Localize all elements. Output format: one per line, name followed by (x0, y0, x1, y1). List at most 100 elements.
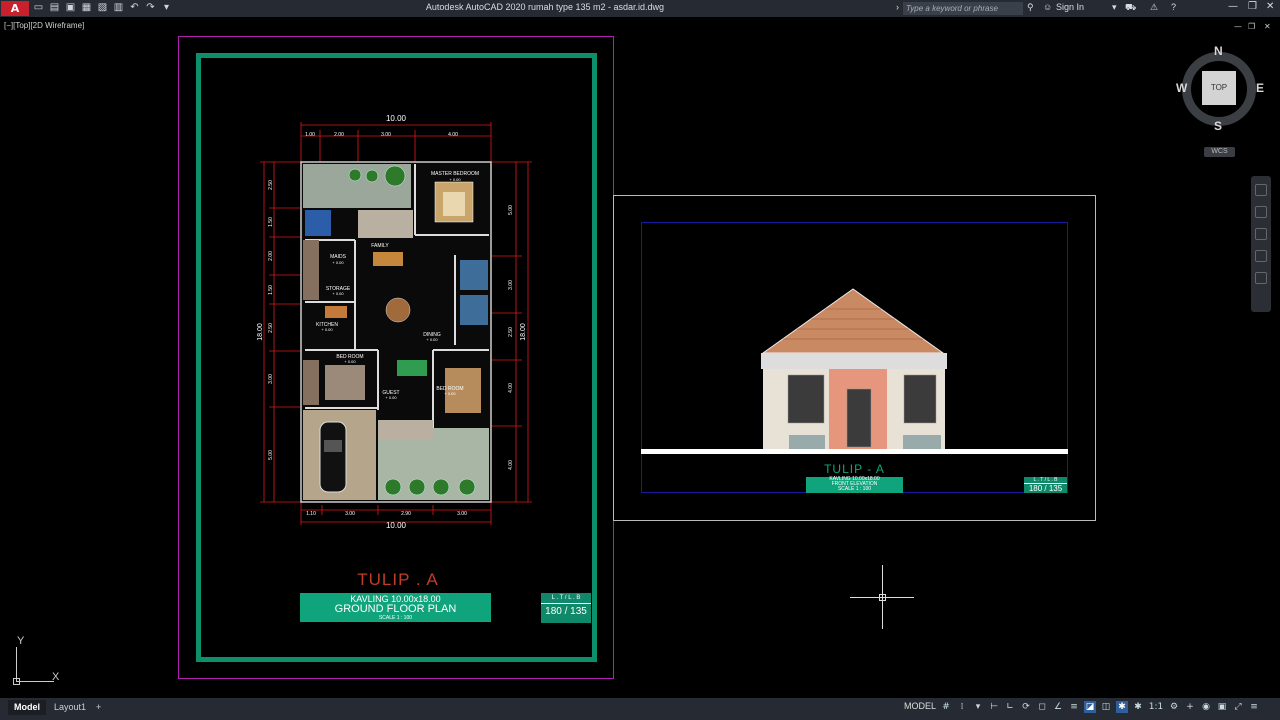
orbit-icon[interactable] (1255, 250, 1267, 262)
ucs-y-label: Y (17, 635, 25, 647)
snap-dropdown-icon[interactable]: ▾ (972, 701, 984, 713)
grid-icon[interactable]: # (940, 701, 952, 713)
dim-right-1: 5.00 (508, 205, 514, 215)
selection-cycling-icon[interactable]: ◫ (1100, 701, 1112, 713)
floor-plan-drawing: 10.00 1.00 2.00 3.00 4.00 1.10 3.00 2.90… (257, 114, 532, 530)
dim-top-2: 2.00 (334, 132, 344, 138)
plan-area-block: L . T / L . B 180 / 135 (541, 593, 591, 623)
snap-icon[interactable]: ⁞ (956, 701, 968, 713)
dim-left-6: 3.00 (268, 374, 274, 384)
polar-icon[interactable]: ⟳ (1020, 701, 1032, 713)
dim-left-3: 2.00 (268, 251, 274, 261)
dim-bottom-1: 1.10 (306, 511, 316, 517)
chevron-right-icon[interactable]: › (896, 2, 899, 12)
front-elevation-drawing (641, 288, 1068, 454)
transparency-icon[interactable]: ◪ (1084, 701, 1096, 713)
user-icon[interactable]: ☺ (1043, 2, 1052, 12)
model-space-button[interactable]: MODEL (904, 701, 936, 711)
hardware-icon[interactable]: ▣ (1216, 701, 1228, 713)
autocad-window: A ▭ ▤ ▣ ▦ ▧ ▥ ↶ ↷ ▾ Autodesk AutoCAD 202… (0, 0, 1280, 720)
room-storage-level: + 0.00 (332, 291, 344, 296)
dim-bottom-total: 10.00 (386, 521, 407, 530)
search-input[interactable]: Type a keyword or phrase (903, 2, 1023, 15)
viewcube-top-face[interactable]: TOP (1202, 71, 1236, 105)
plan-scale: SCALE 1 : 100 (378, 615, 413, 621)
ucs-x-label: X (52, 671, 60, 683)
ucs-y-axis (16, 647, 17, 682)
minimize-icon[interactable]: — (1228, 1, 1238, 12)
sign-in-link[interactable]: Sign In (1056, 2, 1084, 12)
compass-south[interactable]: S (1214, 119, 1222, 133)
ortho-icon[interactable]: ∟ (1004, 701, 1016, 713)
viewport-controls[interactable]: [−][Top][2D Wireframe] (4, 21, 84, 30)
room-family: FAMILY (371, 243, 389, 249)
room-maids-level: + 0.00 (332, 260, 344, 265)
status-bar: Model Layout1 + MODEL # ⁞ ▾ ⊢ ∟ ⟳ ◻ ∠ ≡ … (0, 698, 1280, 720)
tab-layout1[interactable]: Layout1 (48, 700, 92, 715)
fascia (761, 353, 947, 369)
room-bedroom-1-level: + 0.00 (344, 359, 356, 364)
compass-east[interactable]: E (1256, 81, 1264, 95)
customize-icon[interactable]: ≡ (1248, 701, 1260, 713)
annotation-scale-label[interactable]: 1:1 (1148, 701, 1164, 713)
fullscreen-icon[interactable]: ⤢ (1232, 701, 1244, 713)
viewcube[interactable]: TOP N S E W (1176, 44, 1264, 159)
elevation-area-label: L . T / L . B (1024, 477, 1067, 484)
dim-left-total: 18.00 (257, 323, 264, 341)
dim-right-4: 4.00 (508, 383, 514, 393)
room-guest-level: + 0.00 (385, 395, 397, 400)
close-icon[interactable]: ✕ (1266, 1, 1274, 12)
chevron-down-icon[interactable]: ▾ (1112, 2, 1117, 13)
status-toggles: # ⁞ ▾ ⊢ ∟ ⟳ ◻ ∠ ≡ ◪ ◫ ✱ ✱ 1:1 ⚙ + ◉ ▣ ⤢ … (940, 701, 1260, 713)
ucs-x-axis (16, 681, 54, 682)
dim-bottom-3: 2.90 (401, 511, 411, 517)
drawing-close-icon[interactable]: ✕ (1264, 22, 1271, 31)
crosshair-pickbox (879, 594, 886, 601)
elevation-title: TULIP - A (824, 462, 885, 476)
drawing-minimize-icon[interactable]: — (1234, 22, 1242, 31)
binoculars-icon[interactable]: ⚲ (1027, 2, 1034, 13)
steering-wheel-icon[interactable] (1255, 184, 1267, 196)
annotation-visibility-icon[interactable]: ✱ (1132, 701, 1144, 713)
plan-title: TULIP . A (357, 570, 439, 589)
dim-left-4: 1.50 (268, 285, 274, 295)
dim-top-3: 3.00 (381, 132, 391, 138)
ground-line (641, 449, 1068, 454)
dim-right-total: 18.00 (520, 323, 527, 341)
drawing-restore-icon[interactable]: ❐ (1248, 22, 1255, 31)
dim-right-5: 4.00 (508, 460, 514, 470)
dim-left-5: 2.50 (268, 323, 274, 333)
elevation-scale: SCALE 1 : 100 (837, 486, 872, 492)
infer-icon[interactable]: ⊢ (988, 701, 1000, 713)
showmotion-icon[interactable] (1255, 272, 1267, 284)
otrack-icon[interactable]: ∠ (1052, 701, 1064, 713)
car (319, 421, 347, 493)
cart-icon[interactable]: ⛟ (1125, 2, 1136, 14)
plan-title-block: KAVLING 10.00x18.00 GROUND FLOOR PLAN SC… (300, 593, 491, 622)
annotation-icon[interactable]: ✱ (1116, 701, 1128, 713)
dim-right-3: 2.50 (508, 327, 514, 337)
zoom-icon[interactable] (1255, 228, 1267, 240)
tab-model[interactable]: Model (8, 700, 46, 715)
room-master-bedroom-level: + 0.00 (449, 177, 461, 182)
compass-north[interactable]: N (1214, 44, 1223, 58)
plus-icon[interactable]: + (1184, 701, 1196, 713)
lineweight-icon[interactable]: ≡ (1068, 701, 1080, 713)
communication-icon[interactable]: ⚠ (1150, 2, 1158, 13)
dim-top-total: 10.00 (386, 114, 407, 123)
navigation-bar (1251, 176, 1271, 312)
add-layout-button[interactable]: + (90, 700, 107, 715)
osnap-icon[interactable]: ◻ (1036, 701, 1048, 713)
workspace-icon[interactable]: ⚙ (1168, 701, 1180, 713)
elevation-area-value: 180 / 135 (1028, 484, 1063, 493)
room-bedroom-2-level: + 0.00 (444, 391, 456, 396)
help-icon[interactable]: ? (1171, 2, 1176, 12)
pan-icon[interactable] (1255, 206, 1267, 218)
wcs-menu[interactable]: WCS (1204, 147, 1235, 157)
compass-west[interactable]: W (1176, 81, 1187, 95)
dim-bottom-4: 3.00 (457, 511, 467, 517)
isolate-icon[interactable]: ◉ (1200, 701, 1212, 713)
plan-name: GROUND FLOOR PLAN (334, 603, 457, 615)
restore-icon[interactable]: ❐ (1248, 1, 1257, 12)
roof (761, 288, 945, 354)
